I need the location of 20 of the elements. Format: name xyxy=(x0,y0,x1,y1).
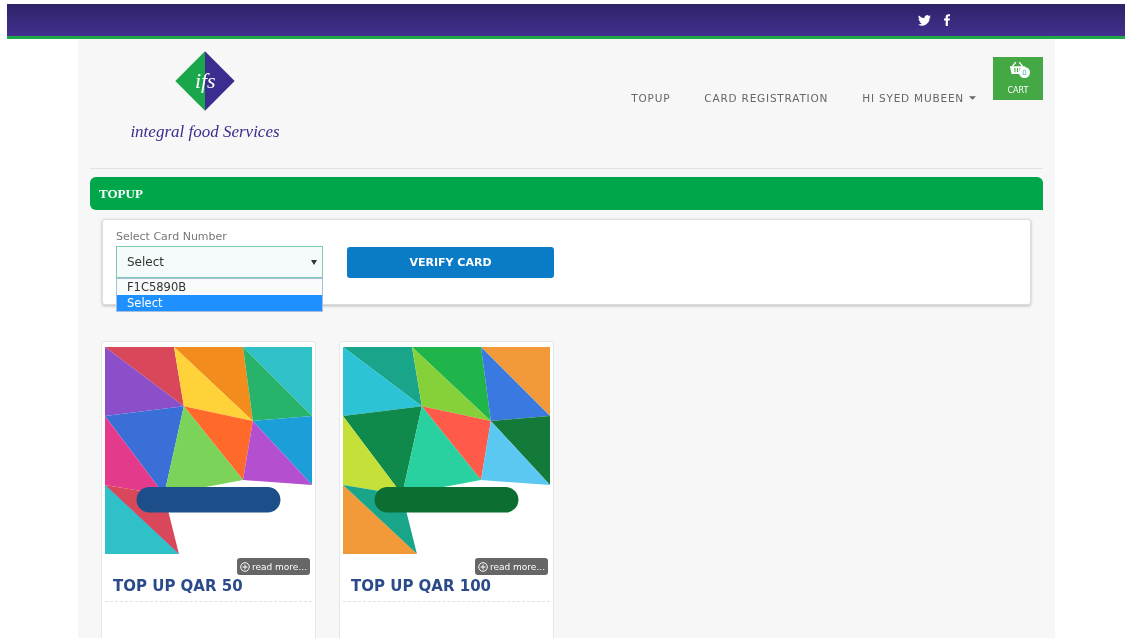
caret-icon xyxy=(969,96,976,100)
dropdown-option[interactable]: Select xyxy=(117,295,322,311)
product-title: TOP UP QAR 100 xyxy=(351,577,493,595)
logo-name: integral food Services xyxy=(130,122,280,142)
read-more-button[interactable]: read more... xyxy=(236,558,310,575)
card-select[interactable]: Select xyxy=(116,246,323,278)
nav-link[interactable]: HI SYED MUBEEN xyxy=(862,92,976,104)
nav-link[interactable]: TOPUP xyxy=(631,92,671,104)
read-more-button[interactable]: read more... xyxy=(474,558,548,575)
plus-circle-icon xyxy=(477,561,488,572)
product-title: TOP UP QAR 50 xyxy=(113,577,244,595)
verify-card-button[interactable]: VERIFY CARD xyxy=(347,247,554,278)
nav-link[interactable]: CARD REGISTRATION xyxy=(704,92,829,104)
facebook-icon[interactable] xyxy=(944,14,950,26)
dropdown-option[interactable]: F1C5890B xyxy=(117,279,322,295)
dropdown-arrow-icon xyxy=(311,260,317,265)
plus-circle-icon xyxy=(239,561,250,572)
section-title: TOPUP xyxy=(99,185,143,202)
field-label: Select Card Number xyxy=(116,230,228,243)
twitter-icon[interactable] xyxy=(918,14,931,26)
